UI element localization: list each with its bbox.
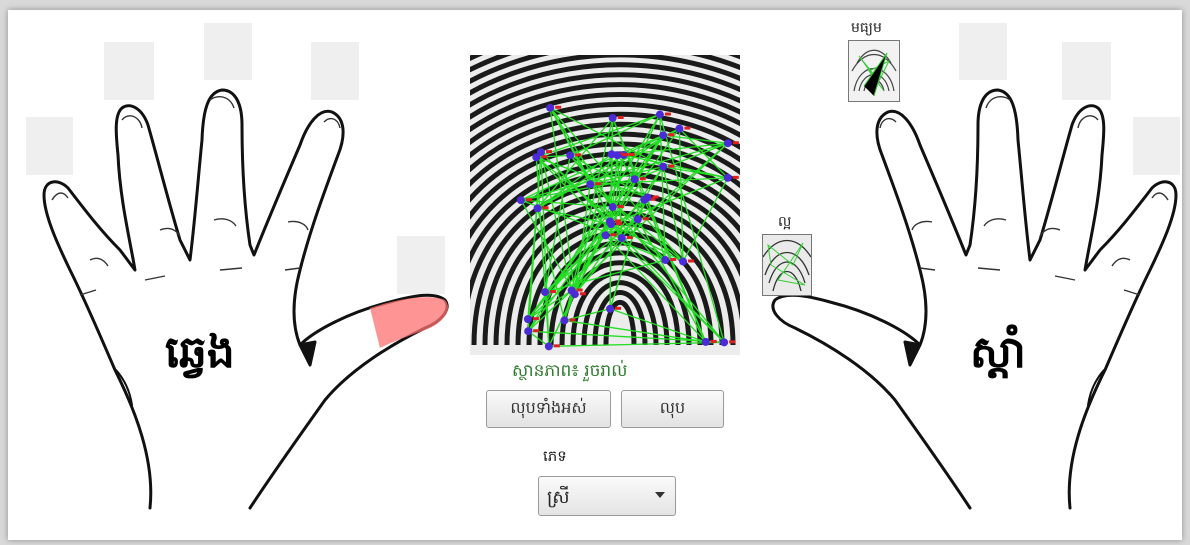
minutiae-point	[723, 173, 732, 182]
gender-selected-value: ស្រី	[547, 487, 570, 508]
minutiae-point	[523, 315, 532, 324]
minutiae-point	[546, 103, 555, 112]
minutiae-point	[586, 180, 595, 189]
minutiae-direction-marker	[684, 126, 691, 130]
minutiae-direction-marker	[533, 329, 540, 333]
minutiae-direction-marker	[532, 317, 539, 321]
delete-all-button[interactable]: លុបទាំងអស់	[486, 390, 611, 428]
minutiae-direction-marker	[622, 153, 629, 157]
minutiae-point	[537, 148, 546, 157]
minutiae-direction-marker	[732, 175, 739, 179]
minutiae-direction-marker	[553, 344, 560, 348]
minutiae-point	[560, 316, 569, 325]
minutiae-direction-marker	[550, 290, 557, 294]
minutiae-point	[720, 338, 729, 347]
minutiae-direction-marker	[732, 141, 739, 145]
gender-select[interactable]: ស្រី	[538, 476, 676, 516]
right-middle-fingerprint-thumbnail[interactable]	[848, 40, 900, 102]
minutiae-direction-marker	[626, 236, 633, 240]
minutiae-point	[566, 151, 575, 160]
minutiae-point	[723, 139, 732, 148]
fingerprint-icon	[763, 235, 811, 295]
gender-label: ភេទ	[543, 447, 567, 465]
minutiae-point	[608, 203, 617, 212]
minutiae-direction-marker	[575, 153, 582, 157]
right-middle-finger-label: មធ្យម	[851, 20, 882, 36]
minutiae-direction-marker	[729, 340, 736, 344]
minutiae-direction-marker	[668, 164, 675, 168]
status-text: ស្ថានភាព៖ រួចរាល់	[512, 361, 628, 381]
fingerprint-icon	[849, 41, 899, 101]
right-hand-label: ស្តាំ	[970, 327, 1026, 378]
delete-button[interactable]: លុប	[621, 390, 724, 428]
minutiae-direction-marker	[579, 292, 586, 296]
minutiae-direction-marker	[668, 133, 675, 137]
finger-slot-left-middle[interactable]	[204, 23, 252, 80]
right-thumb-label: ល្អ	[778, 214, 792, 230]
minutiae-point	[679, 257, 688, 266]
minutiae-point	[541, 288, 550, 297]
right-hand-drawing	[771, 88, 1178, 510]
minutiae-point	[659, 162, 668, 171]
minutiae-direction-marker	[546, 150, 553, 154]
fingerprint-minutiae-overlay	[470, 55, 740, 355]
minutiae-direction-marker	[688, 259, 695, 263]
minutiae-direction-marker	[615, 306, 622, 310]
minutiae-direction-marker	[664, 112, 671, 116]
minutiae-point	[701, 337, 710, 346]
minutiae-direction-marker	[525, 198, 532, 202]
minutiae-point	[516, 196, 525, 205]
minutiae-direction-marker	[569, 318, 576, 322]
minutiae-point	[524, 327, 533, 336]
right-thumb-fingerprint-thumbnail[interactable]	[762, 234, 812, 296]
minutiae-point	[544, 342, 553, 351]
minutiae-point	[661, 255, 670, 264]
left-hand-drawing	[42, 88, 449, 510]
minutiae-point	[533, 204, 542, 213]
minutiae-point	[633, 215, 642, 224]
minutiae-point	[613, 151, 622, 160]
minutiae-point	[643, 193, 652, 202]
minutiae-direction-marker	[617, 115, 624, 119]
minutiae-direction-marker	[710, 339, 717, 343]
minutiae-direction-marker	[628, 152, 635, 156]
minutiae-direction-marker	[542, 206, 549, 210]
minutiae-point	[605, 217, 614, 226]
minutiae-point	[617, 234, 626, 243]
thumb-highlight	[370, 297, 449, 348]
minutiae-direction-marker	[555, 105, 562, 109]
minutiae-point	[675, 124, 684, 133]
minutiae-point	[606, 304, 615, 313]
minutiae-direction-marker	[670, 257, 677, 261]
chevron-down-icon	[655, 492, 665, 498]
minutiae-direction-marker	[639, 177, 646, 181]
minutiae-point	[655, 110, 664, 119]
minutiae-point	[659, 131, 668, 140]
minutiae-direction-marker	[617, 205, 624, 209]
minutiae-direction-marker	[610, 233, 617, 237]
minutiae-direction-marker	[576, 288, 583, 292]
minutiae-point	[601, 231, 610, 240]
minutiae-point	[630, 175, 639, 184]
finger-slot-right-ring[interactable]	[959, 23, 1007, 80]
left-hand-label: ឆ្វេង	[165, 327, 235, 378]
minutiae-point	[567, 286, 576, 295]
minutiae-direction-marker	[652, 195, 659, 199]
minutiae-direction-marker	[614, 219, 621, 223]
minutiae-direction-marker	[642, 217, 649, 221]
minutiae-point	[608, 113, 617, 122]
minutiae-direction-marker	[595, 182, 602, 186]
fingerprint-capture-image	[470, 55, 740, 355]
minutiae-direction-marker	[616, 222, 623, 226]
